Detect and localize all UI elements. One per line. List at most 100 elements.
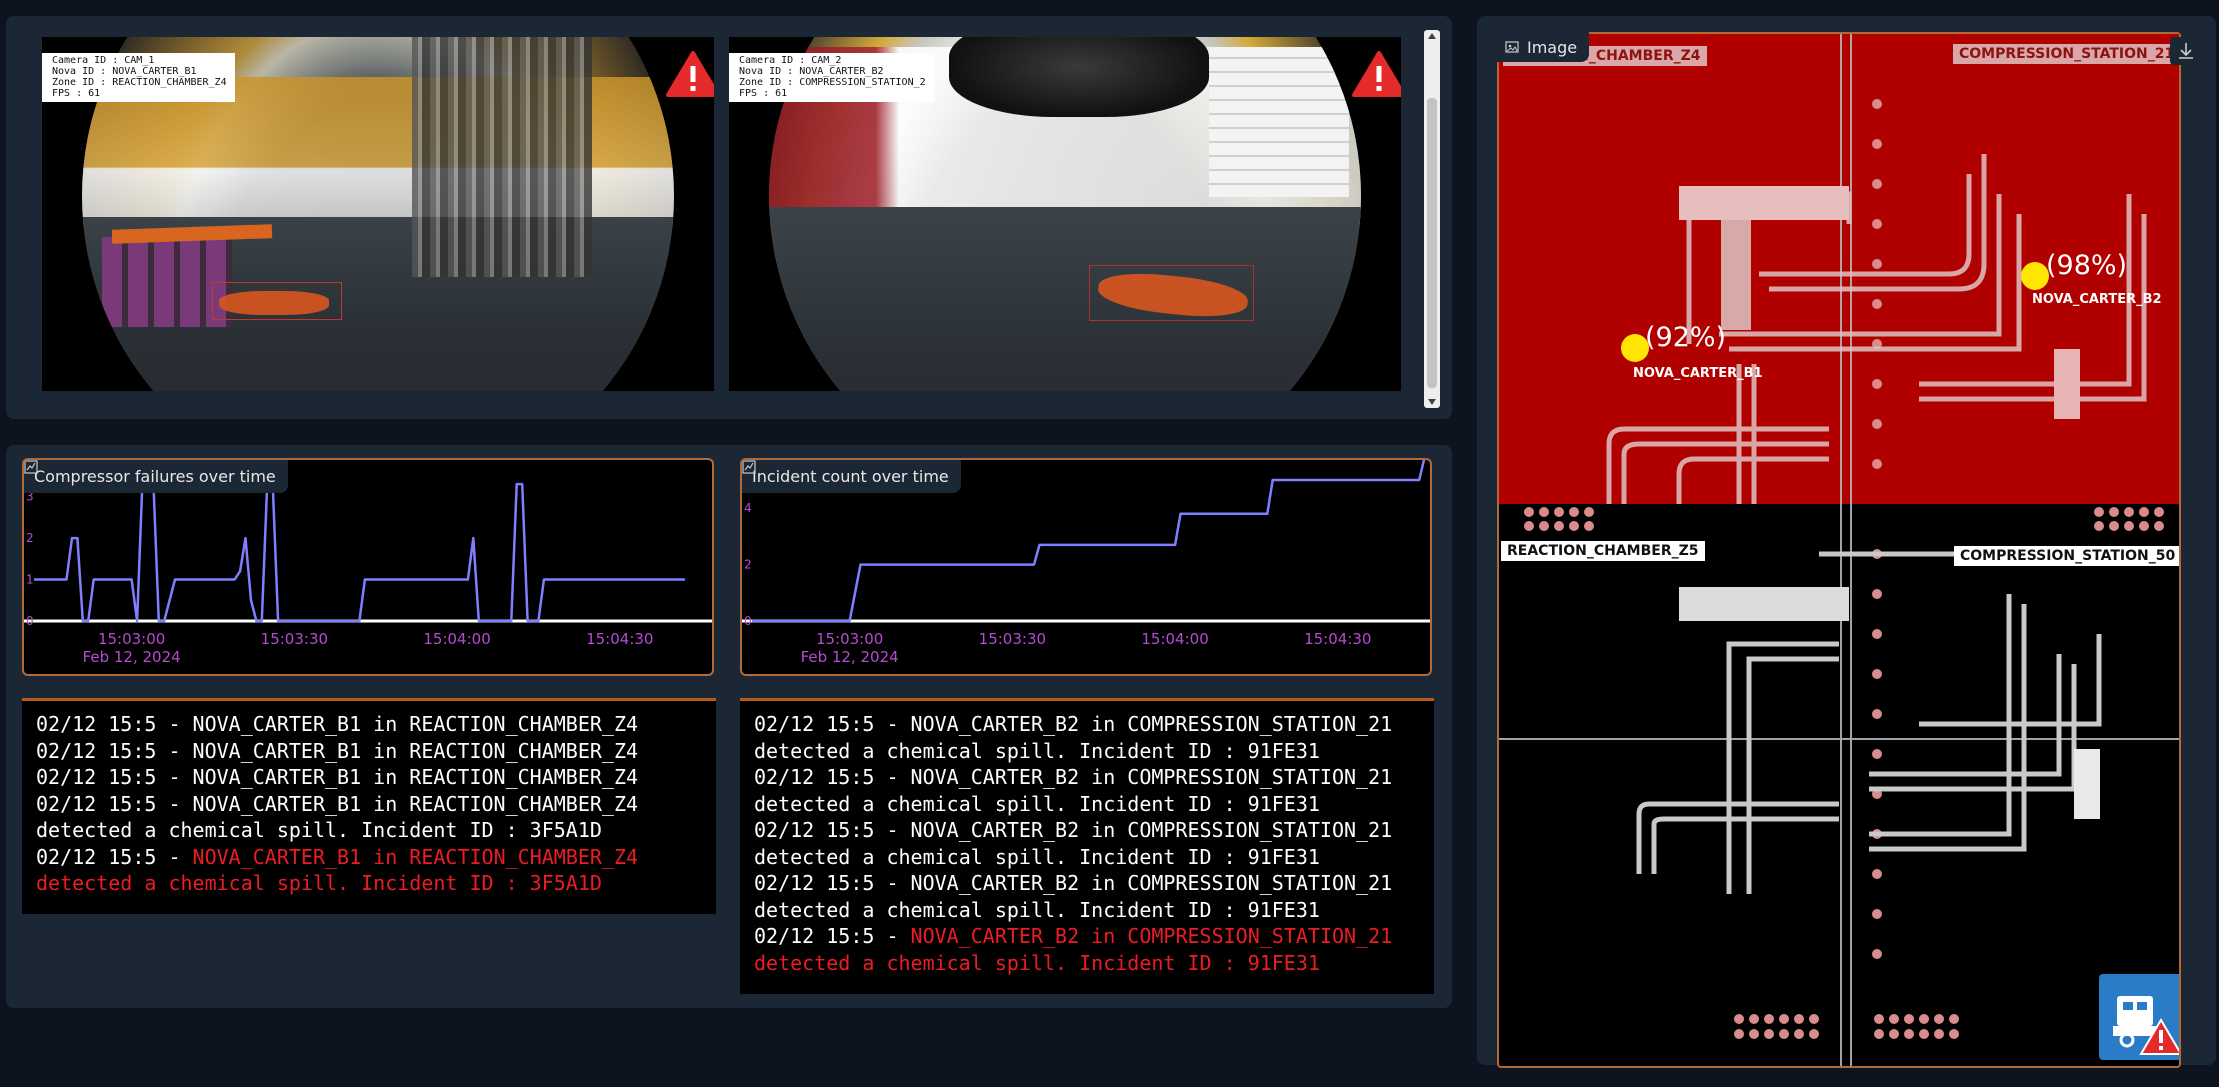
camera-feeds-panel: Camera ID : CAM_1 Nova ID : NOVA_CARTER_… <box>6 16 1452 419</box>
x-date-label: Feb 12, 2024 <box>83 648 181 666</box>
warning-icon <box>666 51 714 97</box>
log-line-text: NOVA_CARTER_B1 in REACTION_CHAMBER_Z4 <box>192 844 639 869</box>
y-tick-label: 2 <box>26 531 34 545</box>
log-line: detected a chemical spill. Incident ID :… <box>754 738 1420 765</box>
camera-2-info: Camera ID : CAM_2 Nova ID : NOVA_CARTER_… <box>729 53 934 102</box>
map-title-bar: Image <box>1497 32 1590 62</box>
camera-scrollbar[interactable] <box>1424 30 1440 408</box>
log-line-prefix: 02/12 15:5 - <box>754 924 911 948</box>
zone-label-compression-top: COMPRESSION_STATION_21 <box>1953 44 2179 64</box>
map-panel: REACTION_CHAMBER_Z4 COMPRESSION_STATION_… <box>1477 16 2216 1068</box>
x-tick-label: 15:04:00 <box>423 630 490 648</box>
log-line-text: 02/12 15:5 - NOVA_CARTER_B1 in REACTION_… <box>36 791 639 816</box>
log-line: detected a chemical spill. Incident ID :… <box>36 817 702 844</box>
scroll-up-icon[interactable] <box>1428 33 1436 39</box>
log-line: detected a chemical spill. Incident ID :… <box>36 870 702 897</box>
log-line: 02/12 15:5 - NOVA_CARTER_B2 in COMPRESSI… <box>754 870 1420 897</box>
incident-count-chart[interactable]: 0 2 4 15:03:00 15:03:30 15:04:00 15:04:30 Feb 1… <box>740 458 1432 676</box>
chart-icon <box>742 460 756 474</box>
zone-label-reaction-z5: REACTION_CHAMBER_Z5 <box>1501 541 1705 561</box>
log-line: 02/12 15:5 - NOVA_CARTER_B1 in REACTION_… <box>36 844 702 871</box>
log-line-text: detected a chemical spill. Incident ID :… <box>754 738 1320 763</box>
y-tick-label: 1 <box>26 573 34 587</box>
incident-log-right: 02/12 15:5 - NOVA_CARTER_B2 in COMPRESSI… <box>740 698 1434 994</box>
log-line: detected a chemical spill. Incident ID :… <box>754 950 1420 977</box>
series-line <box>34 478 685 623</box>
incident-log-left: 02/12 15:5 - NOVA_CARTER_B1 in REACTION_… <box>22 698 716 914</box>
download-button[interactable] <box>2170 37 2202 65</box>
x-tick-label: 15:04:30 <box>1304 630 1371 648</box>
log-line: detected a chemical spill. Incident ID :… <box>754 791 1420 818</box>
x-tick-label: 15:04:00 <box>1141 630 1208 648</box>
chart-title-bar: Incident count over time <box>742 460 961 493</box>
log-line-text: detected a chemical spill. Incident ID :… <box>36 871 602 895</box>
log-line: 02/12 15:5 - NOVA_CARTER_B2 in COMPRESSI… <box>754 817 1420 844</box>
x-date-label: Feb 12, 2024 <box>801 648 899 666</box>
x-tick-label: 15:03:30 <box>979 630 1046 648</box>
log-line: 02/12 15:5 - NOVA_CARTER_B1 in REACTION_… <box>36 711 702 738</box>
camera-feed-1[interactable]: Camera ID : CAM_1 Nova ID : NOVA_CARTER_… <box>42 37 714 391</box>
log-line-text: 02/12 15:5 - NOVA_CARTER_B2 in COMPRESSI… <box>754 712 1393 736</box>
robot-confidence-b1: (92%) <box>1645 322 1727 353</box>
scrollbar-thumb[interactable] <box>1427 98 1437 388</box>
robot-alert-button[interactable] <box>2099 974 2179 1060</box>
robot-marker-b2[interactable] <box>2021 262 2049 290</box>
camera-1-info: Camera ID : CAM_1 Nova ID : NOVA_CARTER_… <box>42 53 235 102</box>
chart-icon <box>24 460 38 474</box>
spill-bounding-box <box>212 282 342 320</box>
chart-title: Incident count over time <box>752 467 949 486</box>
log-line: 02/12 15:5 - NOVA_CARTER_B2 in COMPRESSI… <box>754 764 1420 791</box>
map-title: Image <box>1527 37 1578 57</box>
log-line-text: detected a chemical spill. Incident ID :… <box>754 897 1320 922</box>
log-line: 02/12 15:5 - NOVA_CARTER_B1 in REACTION_… <box>36 738 702 765</box>
log-line-text: detected a chemical spill. Incident ID :… <box>754 791 1320 816</box>
zone-id: Zone ID : COMPRESSION_STATION_2 <box>739 77 926 88</box>
spill-bounding-box <box>1089 265 1254 322</box>
y-tick-label: 2 <box>744 558 752 572</box>
camera-id: Camera ID : CAM_2 <box>739 55 842 66</box>
warning-icon <box>1352 51 1401 97</box>
log-line: 02/12 15:5 - NOVA_CARTER_B2 in COMPRESSI… <box>754 923 1420 950</box>
log-line: detected a chemical spill. Incident ID :… <box>754 844 1420 871</box>
zone-label-compression-50: COMPRESSION_STATION_50 <box>1954 546 2179 566</box>
camera-id: Camera ID : CAM_1 <box>52 55 155 66</box>
y-tick-label: 4 <box>744 501 752 515</box>
log-line: 02/12 15:5 - NOVA_CARTER_B2 in COMPRESSI… <box>754 711 1420 738</box>
robot-name-b2: NOVA_CARTER_B2 <box>2032 292 2162 307</box>
zone-id: Zone ID : REACTION_CHAMBER_Z4 <box>52 77 227 88</box>
download-icon <box>2179 43 2193 59</box>
scroll-down-icon[interactable] <box>1428 399 1436 405</box>
x-tick-label: 15:03:30 <box>261 630 328 648</box>
log-line-text: NOVA_CARTER_B2 in COMPRESSION_STATION_21 <box>910 924 1393 948</box>
log-line-text: 02/12 15:5 - NOVA_CARTER_B1 in REACTION_… <box>36 765 639 789</box>
x-tick-label: 15:04:30 <box>586 630 653 648</box>
log-line-text: detected a chemical spill. Incident ID :… <box>36 818 602 842</box>
chart-title: Compressor failures over time <box>34 467 276 486</box>
chart-title-bar: Compressor failures over time <box>24 460 288 493</box>
fps: FPS : 61 <box>52 88 101 99</box>
log-line-text: 02/12 15:5 - NOVA_CARTER_B2 in COMPRESSI… <box>754 818 1393 842</box>
log-line: detected a chemical spill. Incident ID :… <box>754 897 1420 924</box>
compressor-failures-chart[interactable]: 0 1 2 3 15:03:00 15:03:30 15:04:00 15:04:30 Feb … <box>22 458 714 676</box>
log-line-text: detected a chemical spill. Incident ID :… <box>754 844 1320 869</box>
nova-id: Nova ID : NOVA_CARTER_B2 <box>739 66 884 77</box>
facility-map[interactable]: REACTION_CHAMBER_Z4 COMPRESSION_STATION_… <box>1497 32 2181 1068</box>
log-line-text: 02/12 15:5 - NOVA_CARTER_B2 in COMPRESSI… <box>754 871 1393 895</box>
log-line-text: 02/12 15:5 - NOVA_CARTER_B1 in REACTION_… <box>36 738 639 763</box>
y-tick-label: 0 <box>26 614 34 628</box>
log-line-text: 02/12 15:5 - NOVA_CARTER_B2 in COMPRESSI… <box>754 765 1393 789</box>
log-line-text: detected a chemical spill. Incident ID :… <box>754 950 1320 975</box>
x-tick-label: 15:03:00 <box>98 630 165 648</box>
log-line-text: 02/12 15:5 - NOVA_CARTER_B1 in REACTION_… <box>36 712 639 736</box>
robot-alert-icon <box>2113 996 2179 1055</box>
x-tick-label: 15:03:00 <box>816 630 883 648</box>
fps: FPS : 61 <box>739 88 788 99</box>
camera-feed-2[interactable]: Camera ID : CAM_2 Nova ID : NOVA_CARTER_… <box>729 37 1401 391</box>
nova-id: Nova ID : NOVA_CARTER_B1 <box>52 66 197 77</box>
robot-confidence-b2: (98%) <box>2046 250 2128 281</box>
image-icon <box>1505 41 1519 53</box>
y-tick-label: 0 <box>744 614 752 628</box>
robot-name-b1: NOVA_CARTER_B1 <box>1633 366 1763 381</box>
log-line: 02/12 15:5 - NOVA_CARTER_B1 in REACTION_… <box>36 764 702 791</box>
log-line-prefix: 02/12 15:5 - <box>36 844 193 869</box>
